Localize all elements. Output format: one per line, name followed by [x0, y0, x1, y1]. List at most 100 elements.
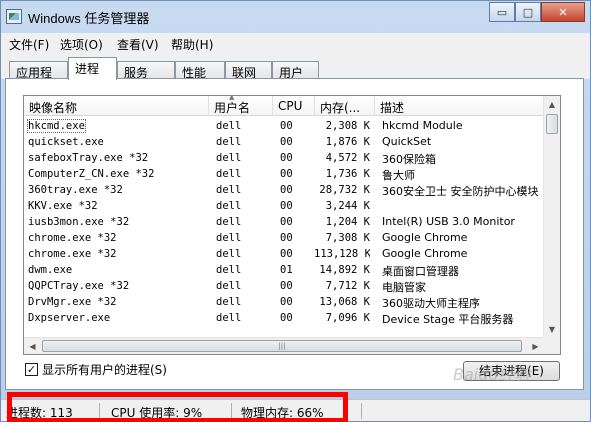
table-row[interactable]: chrome.exe *32 dell 00 7,308 K Google Ch… — [24, 231, 544, 247]
column-image-name[interactable]: 映像名称 — [24, 96, 209, 116]
process-user: dell — [216, 136, 242, 148]
status-bar: 进程数: 113 CPU 使用率: 9% 物理内存: 66% — [1, 399, 590, 421]
process-memory: 1,204 K — [325, 216, 370, 228]
process-description: 桌面窗口管理器 — [382, 265, 459, 278]
process-cpu: 00 — [280, 296, 293, 308]
table-row[interactable]: 360tray.exe *32 dell 00 28,732 K 360安全卫士… — [24, 183, 544, 199]
show-all-users-option[interactable]: ✓ 显示所有用户的进程(S) — [25, 361, 167, 377]
horizontal-scrollbar[interactable]: ◀ ||| ▶ — [24, 337, 560, 354]
process-memory: 1,876 K — [325, 136, 370, 148]
process-name: Dxpserver.exe — [28, 312, 111, 324]
process-description: 360保险箱 — [382, 153, 436, 166]
process-cpu: 00 — [280, 312, 293, 324]
column-user-name[interactable]: ▲ 用户名 — [209, 96, 273, 116]
status-divider — [231, 403, 232, 419]
process-user: dell — [216, 248, 242, 260]
scroll-down-icon[interactable]: ▼ — [544, 321, 560, 338]
table-row[interactable]: DrvMgr.exe *32 dell 00 13,068 K 360驱动大师主… — [24, 295, 544, 311]
tab-services[interactable]: 服务 — [117, 61, 175, 80]
process-name: safeboxTray.exe *32 — [28, 152, 149, 164]
table-row[interactable]: QQPCTray.exe *32 dell 00 7,712 K 电脑管家 — [24, 279, 544, 295]
close-button[interactable]: ✕ — [541, 2, 585, 22]
table-row[interactable]: iusb3mon.exe *32 dell 00 1,204 K Intel(R… — [24, 215, 544, 231]
vertical-scrollbar[interactable]: ▲ ▼ — [543, 96, 560, 338]
list-header: 映像名称 ▲ 用户名 CPU 内存(... 描述 — [24, 96, 544, 116]
physical-memory: 物理内存: 66% — [241, 406, 324, 420]
process-cpu: 00 — [280, 184, 293, 196]
process-name: KKV.exe *32 — [28, 200, 98, 212]
menu-view[interactable]: 查看(V) — [117, 36, 159, 53]
process-description: Google Chrome — [382, 247, 468, 260]
process-name: chrome.exe *32 — [28, 248, 117, 260]
process-memory: 14,892 K — [319, 264, 370, 276]
process-name: ComputerZ_CN.exe *32 — [28, 168, 155, 180]
process-user: dell — [216, 312, 242, 324]
process-description: hkcmd Module — [382, 119, 463, 132]
scroll-right-icon[interactable]: ▶ — [527, 338, 544, 354]
process-memory: 3,244 K — [325, 200, 370, 212]
sort-arrow-icon: ▲ — [229, 96, 235, 101]
process-user: dell — [216, 152, 242, 164]
process-description: Device Stage 平台服务器 — [382, 313, 514, 326]
process-name: QQPCTray.exe *32 — [28, 280, 130, 292]
table-row[interactable]: hkcmd.exe dell 00 2,308 K hkcmd Module — [24, 119, 544, 135]
process-description: 360安全卫士 安全防护中心模块 — [382, 185, 539, 198]
status-divider — [361, 403, 362, 419]
table-row[interactable]: quickset.exe dell 00 1,876 K QuickSet — [24, 135, 544, 151]
process-user: dell — [216, 120, 242, 132]
process-list[interactable]: 映像名称 ▲ 用户名 CPU 内存(... 描述 hkcmd.exe dell … — [23, 95, 561, 355]
tab-applications[interactable]: 应用程序 — [9, 61, 68, 97]
process-memory: 28,732 K — [319, 184, 370, 196]
scroll-corner — [543, 337, 560, 354]
process-user: dell — [216, 232, 242, 244]
maximize-button[interactable]: □ — [515, 2, 541, 22]
process-rows: hkcmd.exe dell 00 2,308 K hkcmd Module q… — [24, 119, 544, 327]
table-row[interactable]: chrome.exe *32 dell 00 113,128 K Google … — [24, 247, 544, 263]
horizontal-scroll-thumb[interactable]: ||| — [42, 340, 522, 352]
process-cpu: 00 — [280, 280, 293, 292]
process-description: 360驱动大师主程序 — [382, 297, 480, 310]
column-memory[interactable]: 内存(... — [315, 96, 375, 116]
tab-performance[interactable]: 性能 — [175, 61, 225, 80]
process-cpu: 00 — [280, 168, 293, 180]
status-divider — [99, 403, 100, 419]
table-row[interactable]: Dxpserver.exe dell 00 7,096 K Device Sta… — [24, 311, 544, 327]
caption-buttons: ▭ □ ✕ — [489, 2, 585, 22]
tab-strip: 应用程序 进程 服务 性能 联网 用户 — [1, 53, 590, 97]
title-bar[interactable]: Windows 任务管理器 ▭ □ ✕ — [1, 1, 590, 33]
cpu-usage: CPU 使用率: 9% — [111, 406, 203, 420]
table-row[interactable]: safeboxTray.exe *32 dell 00 4,572 K 360保… — [24, 151, 544, 167]
table-row[interactable]: dwm.exe dell 01 14,892 K 桌面窗口管理器 — [24, 263, 544, 279]
process-cpu: 01 — [280, 264, 293, 276]
process-user: dell — [216, 216, 242, 228]
table-row[interactable]: KKV.exe *32 dell 00 3,244 K — [24, 199, 544, 215]
process-cpu: 00 — [280, 232, 293, 244]
task-manager-icon — [6, 9, 22, 24]
tab-users[interactable]: 用户 — [272, 61, 319, 80]
vertical-scroll-thumb[interactable] — [546, 114, 558, 134]
process-user: dell — [216, 296, 242, 308]
scroll-up-icon[interactable]: ▲ — [544, 96, 560, 113]
show-all-users-checkbox[interactable]: ✓ — [25, 362, 38, 376]
table-row[interactable]: ComputerZ_CN.exe *32 dell 00 1,736 K 鲁大师 — [24, 167, 544, 183]
process-memory: 1,736 K — [325, 168, 370, 180]
menu-help[interactable]: 帮助(H) — [171, 36, 213, 53]
scroll-left-icon[interactable]: ◀ — [24, 338, 41, 354]
minimize-button[interactable]: ▭ — [489, 2, 515, 22]
tab-processes[interactable]: 进程 — [68, 57, 117, 80]
process-user: dell — [216, 264, 242, 276]
process-name: quickset.exe — [28, 136, 104, 148]
process-name: 360tray.exe *32 — [28, 184, 123, 196]
column-description[interactable]: 描述 — [375, 96, 544, 116]
process-cpu: 00 — [280, 216, 293, 228]
menu-bar: 文件(F) 选项(O) 查看(V) 帮助(H) — [1, 33, 590, 53]
show-all-users-label[interactable]: 显示所有用户的进程(S) — [42, 361, 167, 378]
process-cpu: 00 — [280, 120, 293, 132]
tab-networking[interactable]: 联网 — [225, 61, 272, 80]
menu-options[interactable]: 选项(O) — [60, 36, 103, 53]
column-cpu[interactable]: CPU — [273, 96, 315, 116]
process-memory: 113,128 K — [314, 248, 370, 260]
end-process-button[interactable]: 结束进程(E) — [463, 361, 560, 381]
window-title: Windows 任务管理器 — [28, 11, 150, 26]
menu-file[interactable]: 文件(F) — [9, 36, 49, 53]
